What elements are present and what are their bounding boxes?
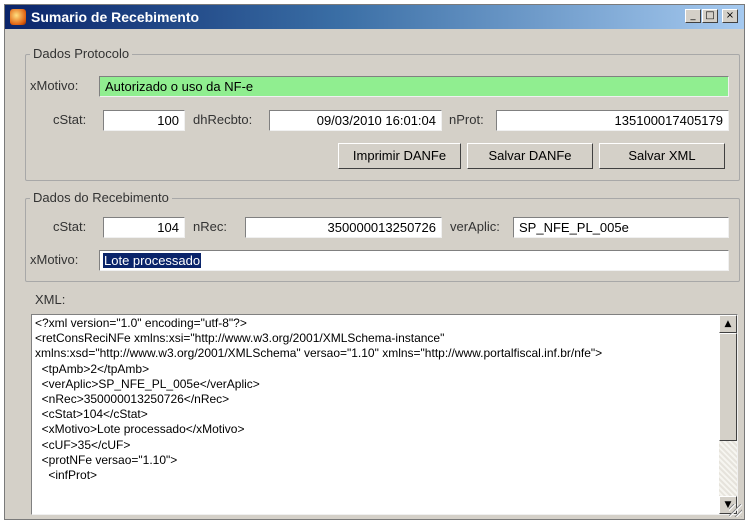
nprot-field[interactable]: 135100017405179 <box>496 110 729 131</box>
recebimento-cstat-label: cStat: <box>53 219 87 234</box>
veraplic-label: verAplic: <box>450 219 500 234</box>
xml-label: XML: <box>35 292 66 307</box>
xml-content: <?xml version="1.0" encoding="utf-8"?> <… <box>35 316 603 483</box>
salvar-danfe-button[interactable]: Salvar DANFe <box>467 143 593 169</box>
recebimento-cstat-field[interactable]: 104 <box>103 217 185 238</box>
xml-scrollbar[interactable]: ▲ ▼ <box>719 315 737 514</box>
dhrecbto-label: dhRecbto: <box>193 112 253 127</box>
minimize-button[interactable]: _ <box>685 9 701 23</box>
salvar-xml-button[interactable]: Salvar XML <box>599 143 725 169</box>
recebimento-xmotivo-label: xMotivo: <box>30 252 79 267</box>
nprot-label: nProt: <box>449 112 484 127</box>
recebimento-xmotivo-field[interactable]: Lote processado <box>99 250 729 271</box>
window-title: Sumario de Recebimento <box>31 9 200 25</box>
imprimir-danfe-button[interactable]: Imprimir DANFe <box>338 143 461 169</box>
summary-window: Sumario de Recebimento _ □ × Dados Proto… <box>4 4 745 520</box>
protocolo-cstat-label: cStat: <box>53 112 87 127</box>
scroll-up-icon[interactable]: ▲ <box>719 315 737 333</box>
protocolo-legend: Dados Protocolo <box>30 46 133 61</box>
scroll-thumb[interactable] <box>719 333 737 441</box>
title-bar[interactable]: Sumario de Recebimento _ □ × <box>5 5 744 29</box>
maximize-button[interactable]: □ <box>702 9 718 23</box>
close-button[interactable]: × <box>722 9 738 23</box>
dhrecbto-field[interactable]: 09/03/2010 16:01:04 <box>269 110 442 131</box>
protocolo-xmotivo-field[interactable]: Autorizado o uso da NF-e <box>99 76 729 97</box>
veraplic-field[interactable]: SP_NFE_PL_005e <box>513 217 729 238</box>
app-icon <box>10 9 26 25</box>
nrec-label: nRec: <box>193 219 227 234</box>
xml-textarea[interactable]: <?xml version="1.0" encoding="utf-8"?> <… <box>31 314 738 515</box>
selected-text: Lote processado <box>103 253 202 268</box>
recebimento-legend: Dados do Recebimento <box>30 190 172 205</box>
nrec-field[interactable]: 350000013250726 <box>245 217 442 238</box>
resize-grip-icon[interactable] <box>729 504 742 517</box>
protocolo-cstat-field[interactable]: 100 <box>103 110 185 131</box>
protocolo-xmotivo-label: xMotivo: <box>30 78 79 93</box>
